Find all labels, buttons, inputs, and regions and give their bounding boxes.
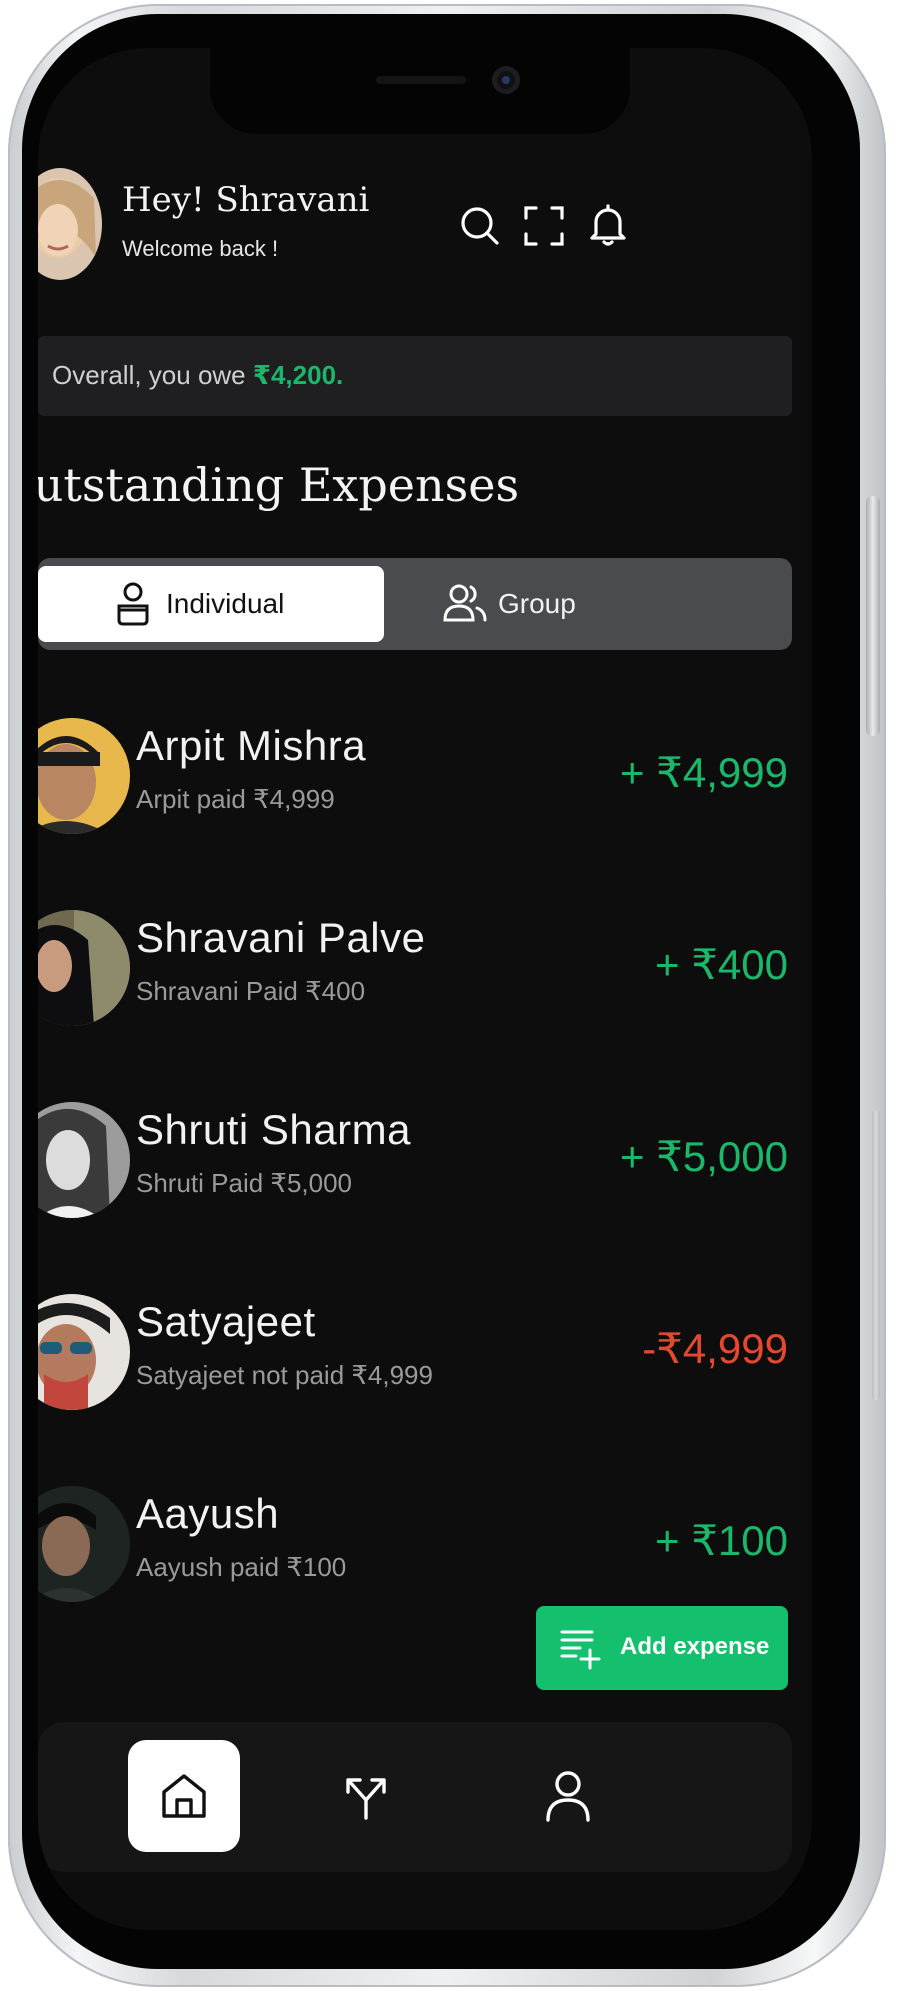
expense-detail: Shruti Paid ₹5,000 xyxy=(136,1168,353,1198)
expense-type-tabs: Individual Group xyxy=(38,558,792,650)
expense-row[interactable]: Arpit Mishra Arpit paid ₹4,999 + ₹4,999 xyxy=(38,718,812,868)
app-screen: Hey! Shravani Welcome back ! Overall, yo… xyxy=(38,48,812,1930)
speaker xyxy=(376,76,466,84)
scan-icon[interactable] xyxy=(520,202,568,250)
expense-row[interactable]: Shravani Palve Shravani Paid ₹400 + ₹400 xyxy=(38,910,812,1060)
balance-summary-text: Overall, you owe ₹4,200. xyxy=(52,360,343,391)
avatar xyxy=(38,1486,130,1602)
expense-amount: -₹4,999 xyxy=(642,1325,788,1372)
volume-button xyxy=(866,496,880,736)
expense-row[interactable]: Shruti Sharma Shruti Paid ₹5,000 + ₹5,00… xyxy=(38,1102,812,1252)
greeting-subtitle: Welcome back ! xyxy=(122,236,279,261)
expense-name: Arpit Mishra xyxy=(136,722,367,769)
expense-detail: Arpit paid ₹4,999 xyxy=(136,784,335,814)
nav-home[interactable] xyxy=(128,1740,240,1852)
profile-icon xyxy=(538,1766,598,1831)
expense-amount: + ₹4,999 xyxy=(619,749,788,796)
balance-summary: Overall, you owe ₹4,200. xyxy=(38,336,792,416)
avatar xyxy=(38,1294,130,1410)
nav-profile[interactable] xyxy=(538,1766,598,1826)
expense-name: Satyajeet xyxy=(136,1298,316,1345)
expense-detail: Satyajeet not paid ₹4,999 xyxy=(136,1360,433,1390)
avatar xyxy=(38,718,130,834)
section-title: Outstanding Expenses xyxy=(38,458,519,512)
add-expense-label: Add expense xyxy=(620,1633,770,1660)
expense-detail: Shravani Paid ₹400 xyxy=(136,976,366,1006)
side-button xyxy=(872,1110,880,1400)
add-expense-button[interactable]: Add expense xyxy=(536,1606,788,1690)
individual-icon xyxy=(116,580,150,633)
expense-name: Shravani Palve xyxy=(136,914,426,961)
tab-individual[interactable]: Individual xyxy=(38,566,384,642)
notch xyxy=(210,48,630,134)
bell-icon[interactable] xyxy=(584,200,632,248)
group-icon xyxy=(442,580,488,631)
balance-prefix: Overall, you owe xyxy=(52,360,253,390)
expense-row[interactable]: Satyajeet Satyajeet not paid ₹4,999 -₹4,… xyxy=(38,1294,812,1444)
expense-amount: + ₹400 xyxy=(655,941,788,988)
expense-name: Shruti Sharma xyxy=(136,1106,411,1153)
section-title-text: Outstanding Expenses xyxy=(38,458,520,512)
front-camera xyxy=(492,66,520,94)
home-icon xyxy=(158,1770,210,1827)
tab-individual-label: Individual xyxy=(166,588,285,619)
add-list-icon xyxy=(558,1626,602,1675)
split-icon xyxy=(338,1770,394,1831)
nav-split[interactable] xyxy=(338,1770,394,1826)
expense-amount: + ₹100 xyxy=(655,1517,788,1564)
expense-amount: + ₹5,000 xyxy=(619,1133,788,1180)
tab-group-label: Group xyxy=(498,588,576,619)
search-icon[interactable] xyxy=(456,202,504,250)
greeting-title: Hey! Shravani xyxy=(122,180,370,220)
balance-amount: ₹4,200. xyxy=(252,360,344,390)
tab-group[interactable]: Group xyxy=(384,566,792,642)
user-avatar[interactable] xyxy=(38,168,102,280)
expense-name: Aayush xyxy=(136,1490,280,1537)
expense-detail: Aayush paid ₹100 xyxy=(136,1552,347,1582)
bottom-navigation xyxy=(38,1722,792,1872)
avatar xyxy=(38,910,130,1026)
avatar xyxy=(38,1102,130,1218)
